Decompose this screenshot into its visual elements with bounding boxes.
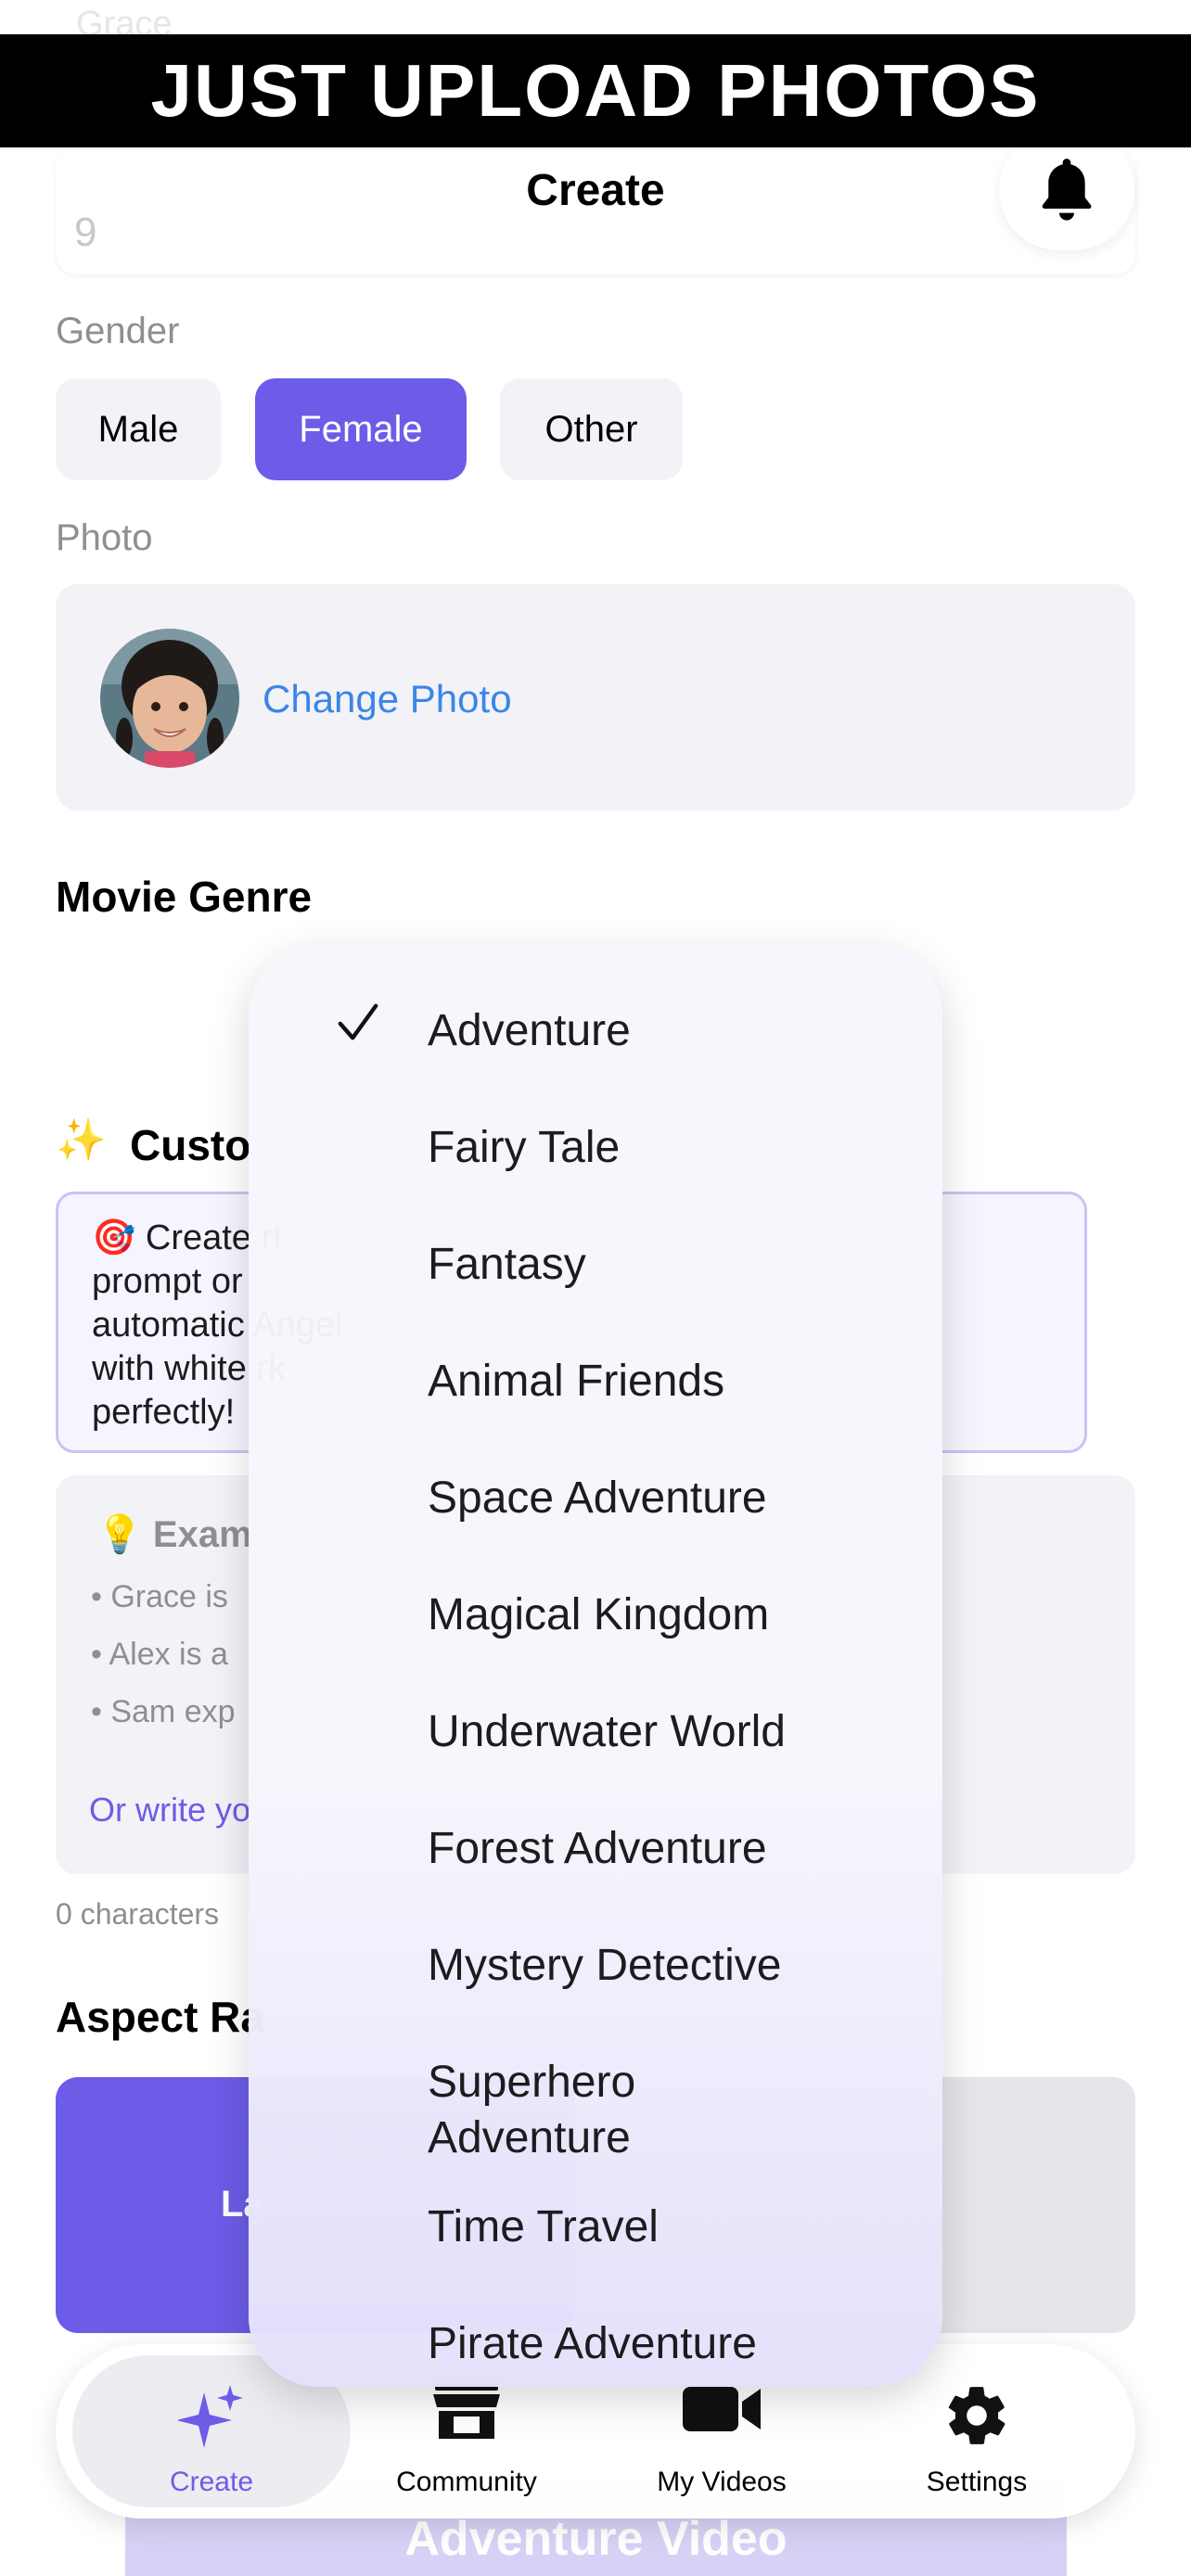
character-count: 0 characters: [56, 1897, 220, 1931]
gender-label: Gender: [56, 311, 180, 351]
genre-option-superhero-adventure[interactable]: Superhero Adventure: [428, 2055, 706, 2166]
examples-title: 💡 Exam: [96, 1514, 252, 1555]
genre-dropdown-menu: Adventure Fairy Tale Fantasy Animal Frie…: [249, 944, 942, 2387]
sparkles-emoji-icon: ✨: [56, 1117, 107, 1163]
genre-option-time-travel[interactable]: Time Travel: [428, 2200, 659, 2255]
write-your-own-link[interactable]: Or write yo: [89, 1791, 250, 1830]
genre-option-animal-friends[interactable]: Animal Friends: [428, 1354, 724, 1409]
avatar[interactable]: [100, 629, 239, 768]
genre-option-pirate-adventure[interactable]: Pirate Adventure: [428, 2316, 757, 2372]
genre-option-space-adventure[interactable]: Space Adventure: [428, 1471, 767, 1526]
sparkles-icon: [178, 2385, 243, 2448]
video-camera-icon: [683, 2387, 761, 2431]
genre-option-forest-adventure[interactable]: Forest Adventure: [428, 1821, 767, 1877]
storefront-icon: [433, 2383, 500, 2439]
photo-label: Photo: [56, 517, 153, 558]
checkmark-icon: [338, 1003, 378, 1040]
genre-option-fantasy[interactable]: Fantasy: [428, 1237, 586, 1293]
gender-option-female[interactable]: Female: [255, 378, 467, 480]
tab-community-label: Community: [396, 2467, 537, 2497]
gender-option-male[interactable]: Male: [56, 378, 221, 480]
tab-create-label: Create: [169, 2467, 254, 2497]
tab-my-videos-label: My Videos: [657, 2467, 787, 2497]
genre-option-adventure[interactable]: Adventure: [428, 1003, 631, 1059]
aspect-ratio-heading: Aspect Ra: [56, 1993, 264, 2041]
bell-icon: [1042, 159, 1092, 221]
change-photo-link[interactable]: Change Photo: [263, 677, 512, 721]
photo-card: Change Photo: [56, 584, 1135, 810]
age-value: 9: [74, 210, 97, 255]
genre-option-magical-kingdom[interactable]: Magical Kingdom: [428, 1588, 769, 1643]
genre-option-fairy-tale[interactable]: Fairy Tale: [428, 1120, 620, 1176]
custom-prompt-heading: Custo: [130, 1121, 251, 1169]
notifications-button[interactable]: [999, 130, 1134, 250]
tab-settings-label: Settings: [926, 2467, 1028, 2497]
gender-option-other[interactable]: Other: [500, 378, 683, 480]
genre-option-mystery-detective[interactable]: Mystery Detective: [428, 1938, 781, 1994]
avatar-photo-icon: [100, 629, 239, 768]
genre-option-underwater-world[interactable]: Underwater World: [428, 1704, 786, 1760]
example-item[interactable]: • Grace is: [91, 1579, 228, 1615]
gear-icon: [948, 2387, 1005, 2444]
promo-banner: JUST UPLOAD PHOTOS: [0, 34, 1191, 147]
movie-genre-heading: Movie Genre: [56, 873, 313, 921]
example-item[interactable]: • Sam exp: [91, 1694, 236, 1730]
example-item[interactable]: • Alex is a: [91, 1637, 228, 1673]
